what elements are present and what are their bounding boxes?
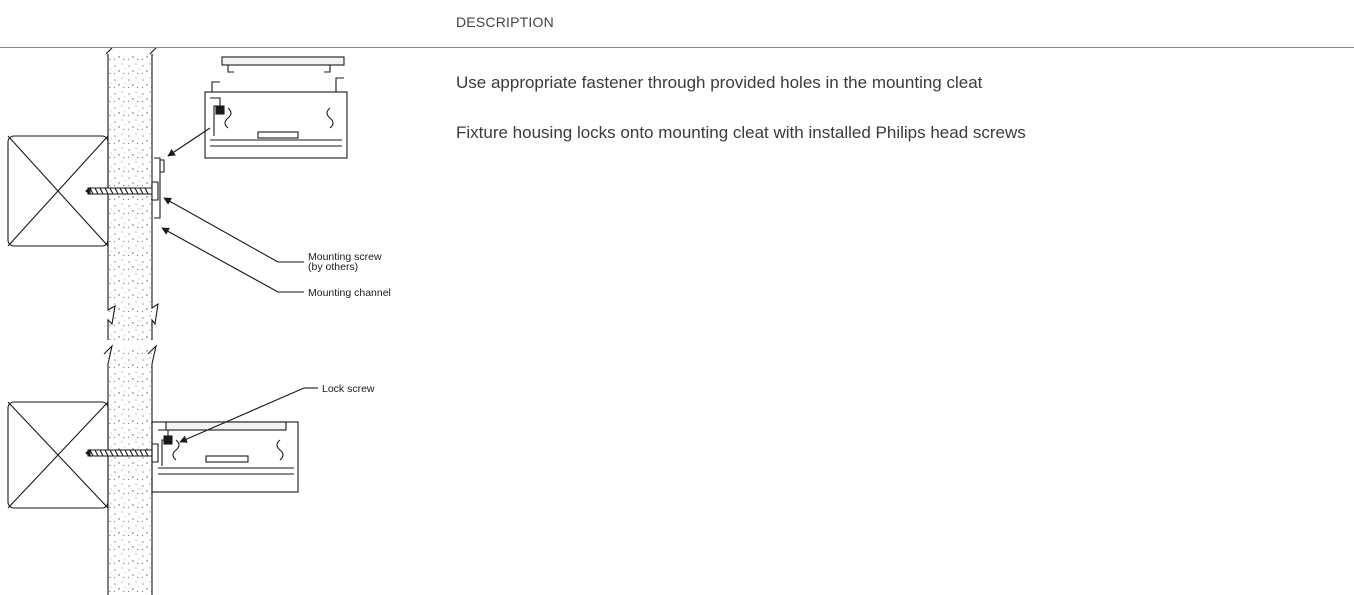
fixture-housing-installed — [151, 421, 299, 493]
description-line-fastener: Use appropriate fastener through provide… — [456, 73, 983, 92]
fixture-housing-top — [204, 77, 348, 159]
description-line-lock: Fixture housing locks onto mounting clea… — [456, 123, 1026, 142]
description-block: Use appropriate fastener through provide… — [456, 72, 1336, 172]
installation-drawing: Mounting screw (by others) Mounting chan… — [7, 48, 391, 595]
section-header-description: DESCRIPTION — [456, 14, 554, 30]
bottom-assembly — [7, 344, 318, 595]
wall-section-bottom — [103, 344, 157, 595]
callout-mounting-screw-line2: (by others) — [308, 261, 358, 273]
lens-cover-top — [221, 56, 345, 73]
callout-lock-screw: Lock screw — [322, 383, 375, 395]
top-assembly — [7, 48, 348, 340]
callout-mounting-channel: Mounting channel — [308, 287, 391, 299]
